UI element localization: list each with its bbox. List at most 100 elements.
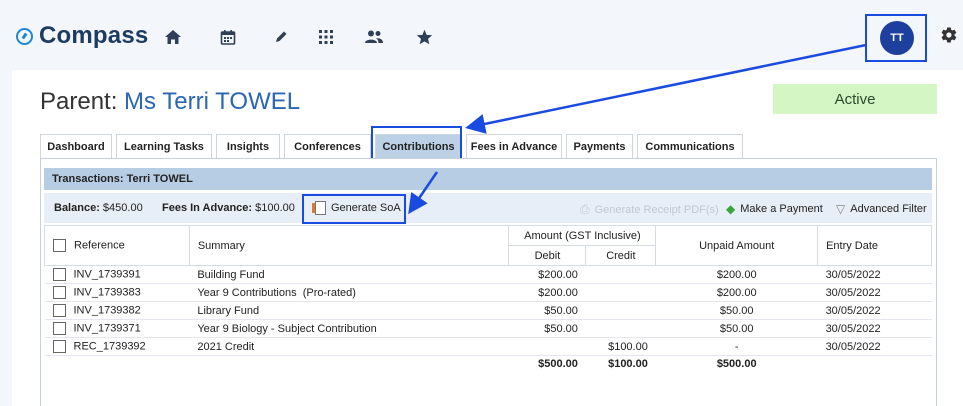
- star-icon[interactable]: [414, 27, 434, 47]
- debit-cell: $200.00: [538, 268, 578, 281]
- summary-header-label: Summary: [197, 239, 245, 252]
- row-checkbox[interactable]: [52, 268, 66, 281]
- home-icon[interactable]: [163, 27, 183, 47]
- select-all-checkbox[interactable]: [53, 239, 66, 252]
- panel-header: Transactions: Terri TOWEL: [44, 168, 932, 190]
- tab-dashboard[interactable]: Dashboard: [40, 134, 112, 158]
- reference-cell: INV_1739383: [73, 286, 141, 299]
- gear-icon[interactable]: [940, 26, 960, 46]
- tab-label: Communications: [645, 140, 735, 153]
- generate-soa-highlight-box: [302, 194, 406, 224]
- advanced-filter-label: Advanced Filter: [850, 203, 927, 215]
- unpaid-cell: $50.00: [719, 322, 754, 335]
- date-cell: 30/05/2022: [825, 304, 881, 317]
- entry-date-header[interactable]: Entry Date: [817, 225, 932, 266]
- receipt-icon: ⎙: [580, 202, 590, 216]
- unpaid-header[interactable]: Unpaid Amount: [655, 225, 819, 266]
- summary-cell: Year 9 Biology - Subject Contribution: [197, 322, 377, 335]
- summary-header[interactable]: Summary: [188, 225, 510, 266]
- table-row[interactable]: INV_1739383 Year 9 Contributions (Pro-ra…: [44, 284, 932, 302]
- table-row[interactable]: INV_1739371 Year 9 Biology - Subject Con…: [44, 320, 932, 338]
- generate-receipt-label: Generate Receipt PDF(s): [594, 203, 719, 216]
- debit-cell: $50.00: [544, 304, 578, 317]
- tab-learning-tasks[interactable]: Learning Tasks: [116, 134, 212, 158]
- summary-cell: Building Fund: [197, 268, 265, 281]
- debit-cell: $50.00: [544, 322, 578, 335]
- table-row[interactable]: REC_1739392 2021 Credit $100.00 - 30/05/…: [44, 338, 932, 356]
- balance-value: $450.00: [102, 202, 143, 214]
- calendar-icon[interactable]: [218, 27, 238, 47]
- top-nav-bar: Compass TT: [0, 0, 963, 70]
- balance-summary: Balance: $450.00: [54, 202, 143, 214]
- title-prefix: Parent:: [40, 88, 125, 115]
- make-payment-button[interactable]: ◆ Make a Payment: [726, 202, 823, 216]
- filter-icon: ▽: [836, 202, 846, 216]
- tab-label: Learning Tasks: [124, 140, 204, 153]
- unpaid-cell: $50.00: [719, 304, 754, 317]
- credit-cell: [586, 302, 656, 320]
- summary-cell: Library Fund: [197, 304, 260, 317]
- table-row[interactable]: INV_1739391 Building Fund $200.00 $200.0…: [44, 266, 932, 284]
- user-avatar[interactable]: TT: [880, 21, 914, 55]
- balance-label: Balance:: [54, 202, 100, 214]
- entry-date-header-label: Entry Date: [826, 239, 879, 252]
- total-credit: $100.00: [608, 358, 648, 370]
- credit-header[interactable]: Credit: [585, 245, 657, 266]
- transactions-toolbar: Balance: $450.00 Fees In Advance: $100.0…: [44, 193, 932, 223]
- fees-in-advance-summary: Fees In Advance: $100.00: [162, 202, 295, 214]
- grid-icon[interactable]: [316, 27, 336, 47]
- make-payment-label: Make a Payment: [740, 203, 823, 215]
- row-checkbox[interactable]: [52, 304, 66, 317]
- debit-cell: [509, 338, 586, 356]
- tab-payments[interactable]: Payments: [566, 134, 633, 158]
- tab-insights[interactable]: Insights: [216, 134, 280, 158]
- tab-label: Dashboard: [47, 140, 105, 153]
- total-debit: $500.00: [538, 358, 578, 370]
- pencil-icon[interactable]: [271, 27, 291, 47]
- compass-logo[interactable]: Compass: [16, 22, 148, 50]
- table-row[interactable]: INV_1739382 Library Fund $50.00 $50.00 3…: [44, 302, 932, 320]
- credit-cell: [586, 284, 656, 302]
- row-checkbox[interactable]: [52, 286, 66, 299]
- summary-cell: 2021 Credit: [197, 340, 255, 353]
- app-name: Compass: [39, 22, 149, 49]
- unpaid-header-label: Unpaid Amount: [699, 239, 775, 252]
- total-unpaid: $500.00: [716, 358, 757, 370]
- reference-cell: INV_1739382: [73, 304, 141, 317]
- user-initials: TT: [890, 32, 904, 44]
- advanced-filter-button[interactable]: ▽ Advanced Filter: [836, 202, 927, 216]
- left-gutter: [0, 70, 12, 406]
- unpaid-cell: $200.00: [716, 286, 757, 299]
- page-title: Parent: Ms Terri TOWEL: [40, 88, 300, 116]
- panel-title: Transactions: Terri TOWEL: [52, 173, 193, 185]
- date-cell: 30/05/2022: [825, 340, 881, 353]
- date-cell: 30/05/2022: [825, 268, 881, 281]
- reference-header[interactable]: Reference: [44, 225, 190, 266]
- amount-group-label: Amount (GST Inclusive): [524, 229, 641, 242]
- date-cell: 30/05/2022: [825, 322, 881, 335]
- reference-cell: REC_1739392: [73, 340, 146, 353]
- totals-row: $500.00 $100.00 $500.00: [45, 356, 932, 373]
- date-cell: 30/05/2022: [825, 286, 881, 299]
- fees-value: $100.00: [255, 202, 295, 214]
- tab-label: Fees in Advance: [470, 140, 558, 153]
- transactions-table: Reference Summary Amount (GST Inclusive)…: [44, 225, 932, 372]
- tab-fees-in-advance[interactable]: Fees in Advance: [466, 134, 562, 158]
- reference-cell: INV_1739371: [73, 322, 141, 335]
- tab-label: Insights: [226, 140, 270, 153]
- row-checkbox[interactable]: [52, 322, 66, 335]
- compass-logo-icon: [16, 27, 33, 45]
- amount-group-header: Amount (GST Inclusive): [508, 225, 657, 246]
- debit-cell: $200.00: [538, 286, 578, 299]
- tab-communications[interactable]: Communications: [637, 134, 743, 158]
- tab-conferences[interactable]: Conferences: [284, 134, 371, 158]
- people-icon[interactable]: [364, 27, 384, 47]
- generate-receipt-button[interactable]: ⎙ Generate Receipt PDF(s): [580, 202, 719, 217]
- unpaid-cell: $200.00: [716, 268, 757, 281]
- row-checkbox[interactable]: [52, 340, 66, 353]
- debit-header[interactable]: Debit: [508, 245, 587, 266]
- unpaid-cell: -: [734, 340, 739, 353]
- status-label: Active: [834, 90, 876, 108]
- status-badge: Active: [773, 84, 937, 114]
- contributions-highlight-box: [371, 126, 462, 161]
